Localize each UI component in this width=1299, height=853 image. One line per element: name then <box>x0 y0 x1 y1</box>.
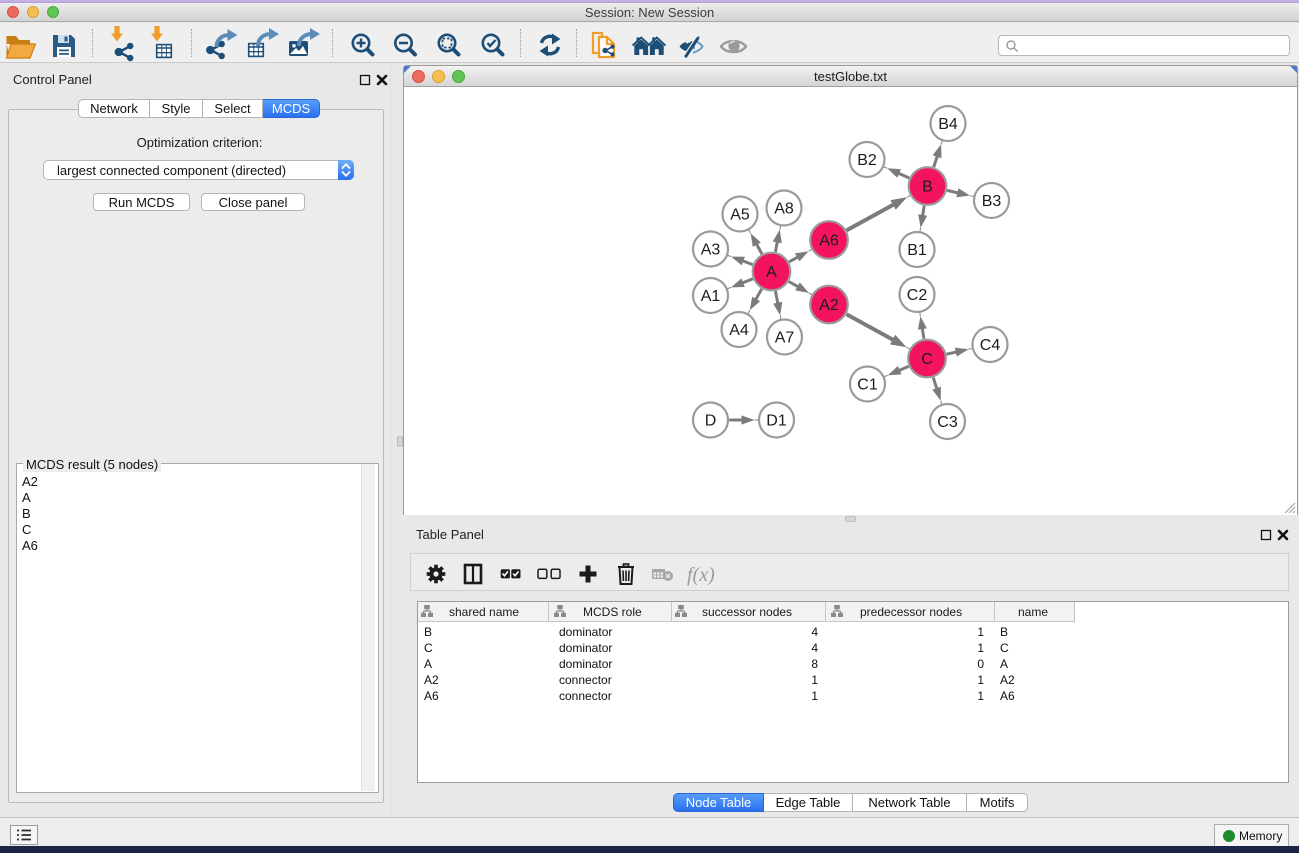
svg-text:B: B <box>922 179 933 196</box>
svg-text:B3: B3 <box>982 193 1002 210</box>
svg-text:D1: D1 <box>766 413 787 430</box>
svg-text:f(x): f(x) <box>687 564 715 586</box>
svg-text:A1: A1 <box>701 288 721 305</box>
svg-text:A6: A6 <box>819 233 839 250</box>
svg-text:B1: B1 <box>907 242 927 259</box>
svg-text:A4: A4 <box>729 322 749 339</box>
svg-text:C1: C1 <box>857 377 878 394</box>
svg-text:A3: A3 <box>701 242 721 259</box>
svg-text:C3: C3 <box>937 414 958 431</box>
svg-text:C: C <box>921 351 933 368</box>
svg-text:A2: A2 <box>819 297 839 314</box>
svg-text:C2: C2 <box>907 287 928 304</box>
svg-text:A5: A5 <box>730 207 750 224</box>
svg-text:B2: B2 <box>857 152 877 169</box>
svg-text:A: A <box>766 264 777 281</box>
svg-text:A8: A8 <box>774 201 794 218</box>
svg-text:C4: C4 <box>980 337 1001 354</box>
svg-text:A7: A7 <box>775 330 795 347</box>
svg-text:D: D <box>705 413 717 430</box>
svg-text:B4: B4 <box>938 116 958 133</box>
